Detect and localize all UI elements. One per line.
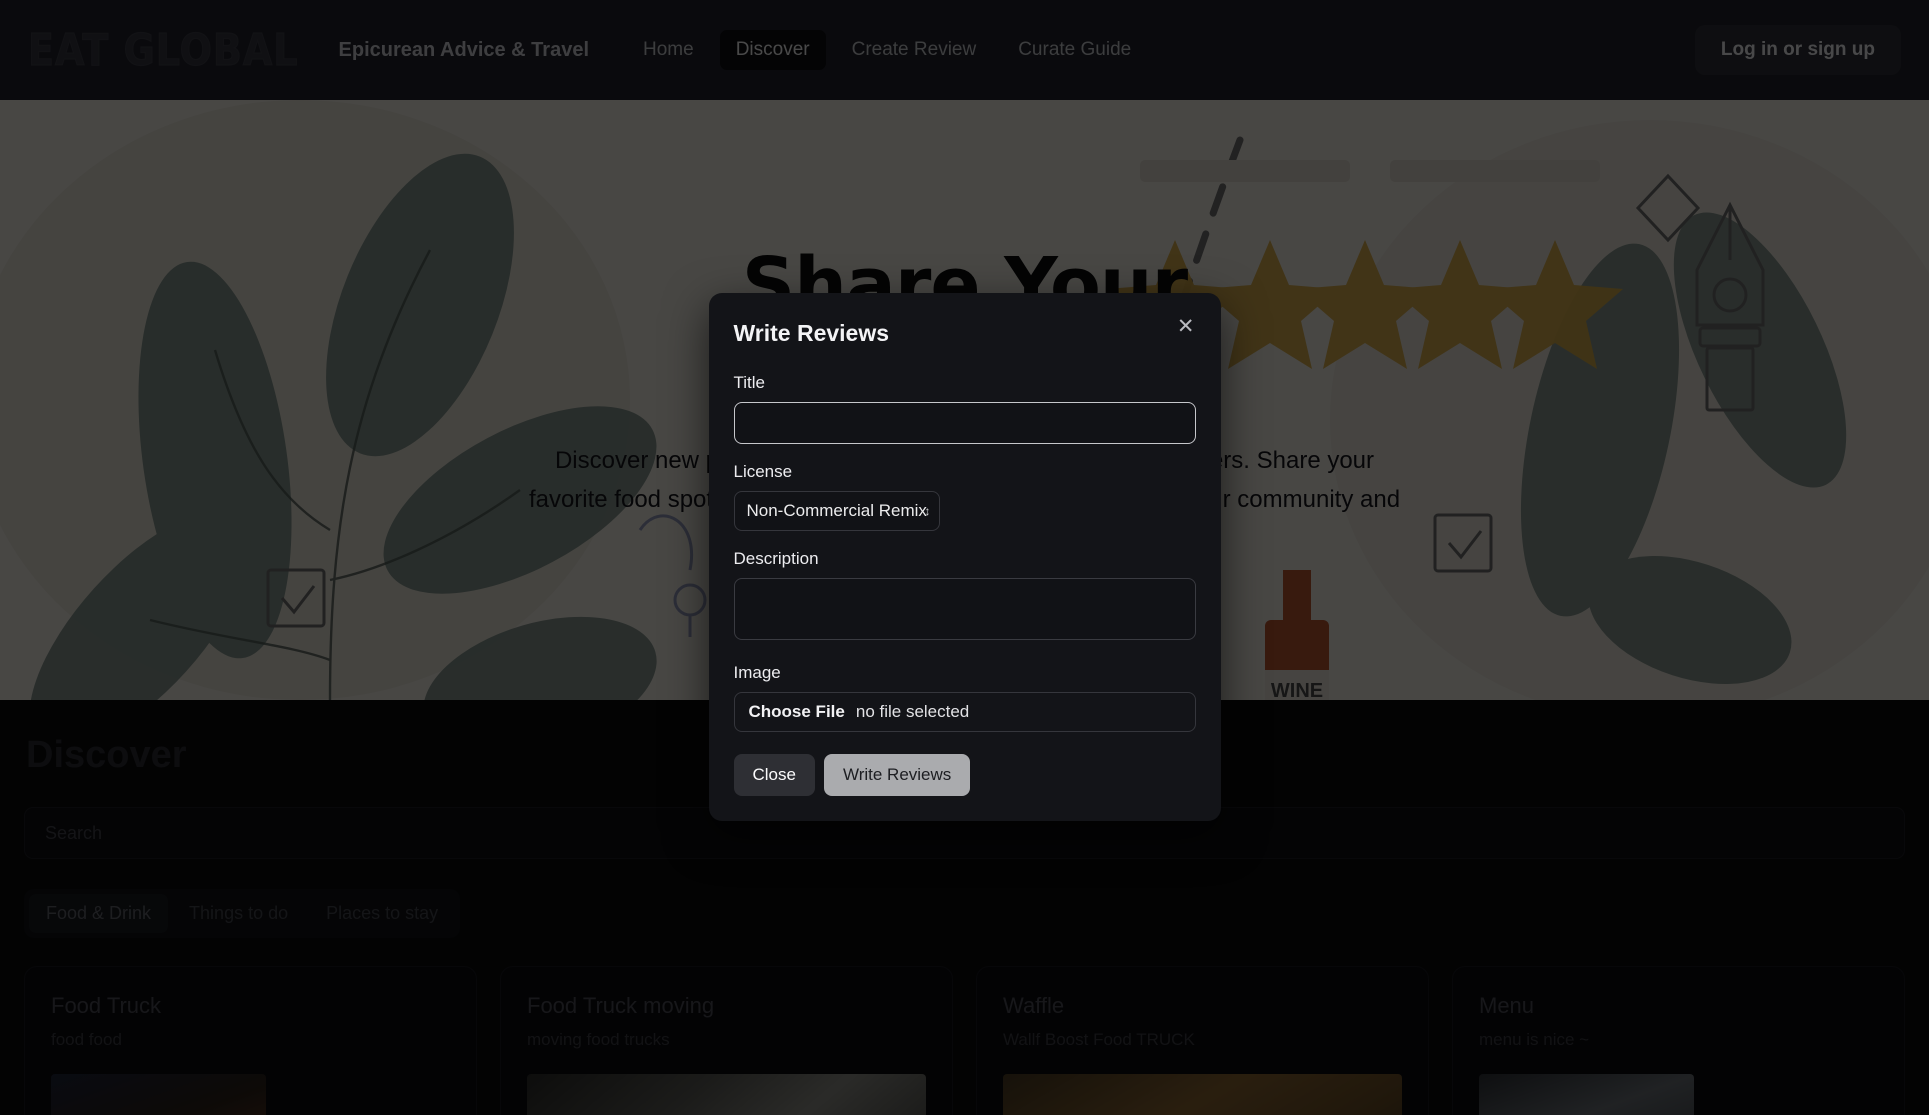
field-image: Image Choose File no file selected [733, 663, 1196, 732]
file-input[interactable]: Choose File no file selected [733, 692, 1196, 732]
write-reviews-modal: Write Reviews ✕ Title License Non-Commer… [708, 293, 1221, 821]
modal-overlay: Write Reviews ✕ Title License Non-Commer… [0, 0, 1929, 1115]
write-reviews-submit-button[interactable]: Write Reviews [823, 754, 971, 796]
modal-title: Write Reviews [733, 320, 890, 346]
field-title: Title [733, 373, 1196, 444]
field-license: License Non-Commercial Remix ↕ [733, 462, 1196, 531]
title-label: Title [733, 373, 766, 392]
image-label: Image [733, 663, 781, 682]
close-button[interactable]: Close [733, 754, 815, 796]
license-select[interactable]: Non-Commercial Remix [733, 491, 940, 531]
close-icon[interactable]: ✕ [1174, 314, 1198, 339]
description-textarea[interactable] [733, 578, 1196, 640]
license-select-wrapper: Non-Commercial Remix ↕ [733, 491, 940, 531]
choose-file-button[interactable]: Choose File [749, 702, 845, 722]
modal-actions: Close Write Reviews [733, 754, 1196, 796]
title-input[interactable] [733, 402, 1196, 444]
description-label: Description [733, 549, 819, 568]
license-label: License [733, 462, 793, 481]
modal-header: Write Reviews ✕ [733, 316, 1196, 347]
file-status-text: no file selected [855, 702, 970, 721]
field-description: Description [733, 549, 1196, 645]
